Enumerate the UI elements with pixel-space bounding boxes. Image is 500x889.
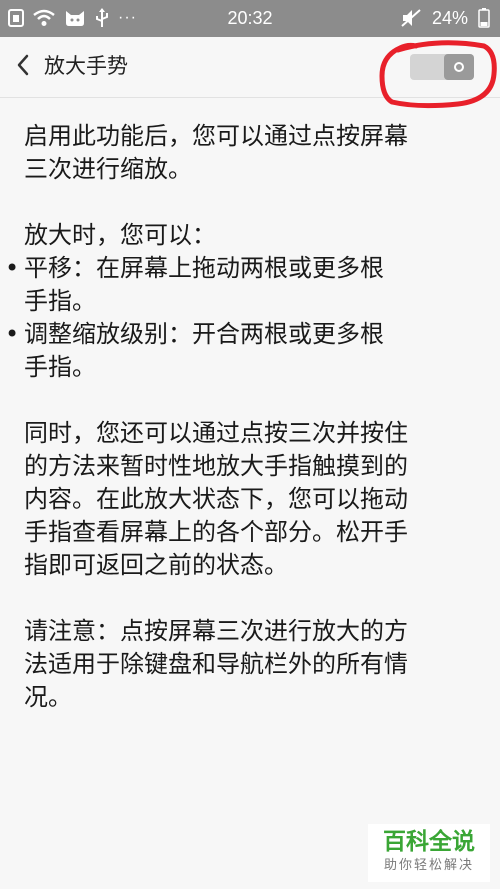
- note-line: 法适用于除键盘和导航栏外的所有情: [24, 650, 408, 678]
- bullet-dot: •: [5, 254, 20, 282]
- back-button[interactable]: [10, 49, 36, 85]
- watermark-logo: 百科全说 助你轻松解决: [368, 824, 490, 882]
- bullet-text-cont: 手指。: [24, 353, 96, 381]
- bullet-dot: •: [5, 320, 20, 348]
- toggle-knob: [444, 54, 474, 80]
- battery-level: 24%: [431, 7, 468, 28]
- chevron-left-icon: [16, 54, 30, 80]
- intro-line: 启用此功能后，您可以通过点按屏幕: [24, 122, 408, 150]
- temp-zoom-line: 指即可返回之前的状态。: [24, 551, 288, 579]
- page-title: 放大手势: [44, 54, 128, 78]
- bullet-text-cont: 手指。: [24, 287, 96, 315]
- bullet-text: 调整缩放级别：开合两根或更多根: [24, 320, 384, 348]
- mute-icon: [400, 8, 422, 28]
- note-line: 况。: [24, 683, 72, 711]
- watermark-brand: 百科全说: [383, 829, 475, 855]
- battery-icon: [478, 8, 490, 28]
- status-bar: ··· 20:32 24%: [0, 0, 500, 37]
- description-content: 启用此功能后，您可以通过点按屏幕 三次进行缩放。 放大时，您可以： • 平移：在…: [5, 120, 480, 714]
- note-line: 请注意：点按屏幕三次进行放大的方: [24, 617, 408, 645]
- temp-zoom-line: 的方法来暂时性地放大手指触摸到的: [24, 452, 408, 480]
- temp-zoom-line: 手指查看屏幕上的各个部分。松开手: [24, 518, 408, 546]
- bullet-text: 平移：在屏幕上拖动两根或更多根: [24, 254, 384, 282]
- watermark-slogan: 助你轻松解决: [383, 858, 474, 873]
- zoom-heading: 放大时，您可以：: [24, 221, 216, 249]
- magnification-toggle[interactable]: [410, 54, 474, 80]
- temp-zoom-line: 同时，您还可以通过点按三次并按住: [24, 419, 408, 447]
- bullet-item: • 调整缩放级别：开合两根或更多根: [5, 318, 480, 351]
- status-right-icons: 24%: [400, 8, 490, 28]
- intro-line: 三次进行缩放。: [24, 155, 192, 183]
- temp-zoom-line: 内容。在此放大状态下，您可以拖动: [24, 485, 408, 513]
- bullet-item: • 平移：在屏幕上拖动两根或更多根: [5, 252, 480, 285]
